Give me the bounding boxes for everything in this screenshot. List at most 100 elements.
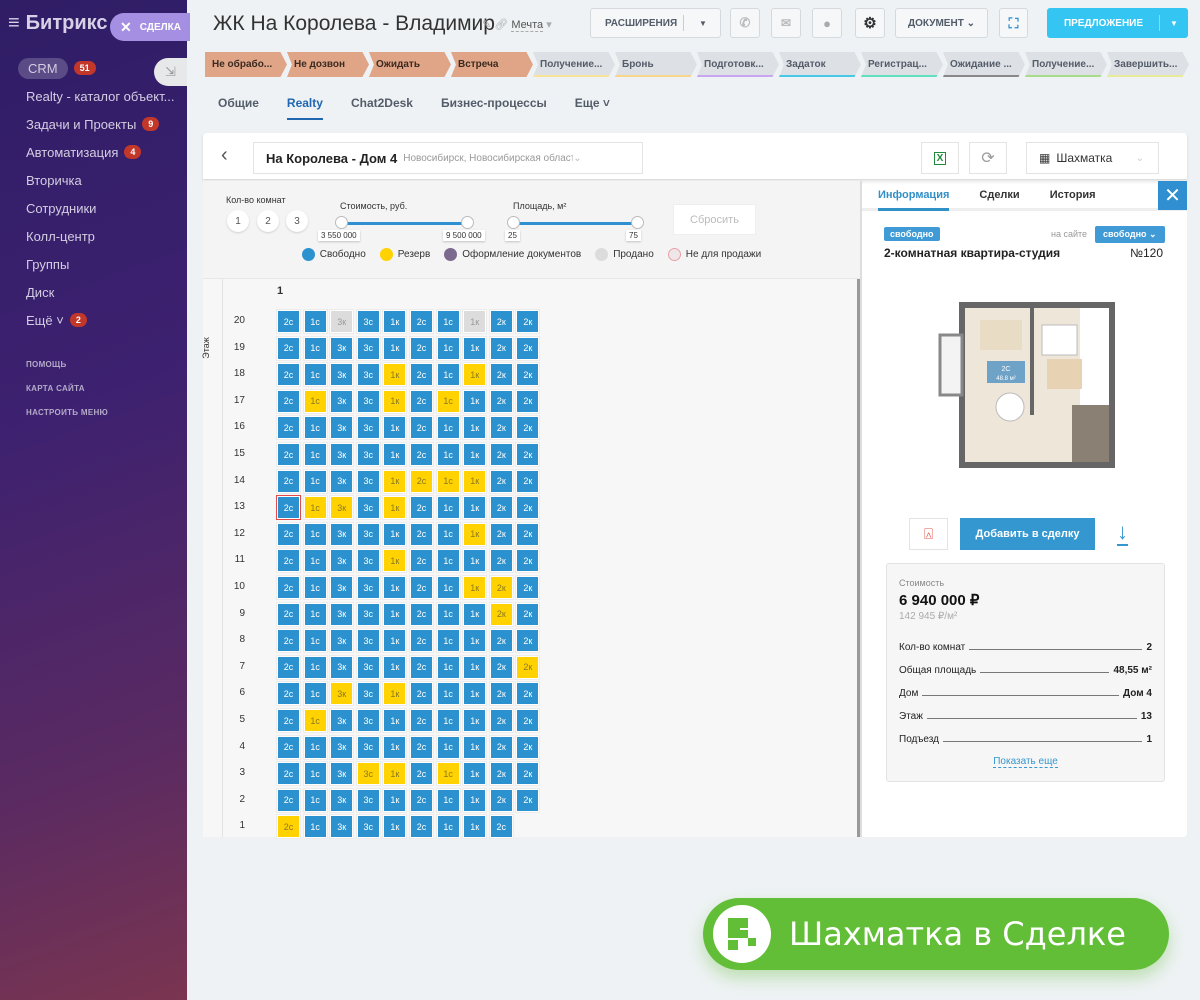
- rooms-3-button[interactable]: 3: [286, 210, 308, 232]
- apartment-cell[interactable]: 1к: [462, 521, 488, 547]
- apartment-cell[interactable]: 3к: [329, 814, 355, 840]
- apartment-cell[interactable]: 2к: [515, 681, 541, 707]
- stage-item[interactable]: Завершить...: [1107, 52, 1189, 77]
- apartment-cell[interactable]: 3с: [355, 654, 381, 680]
- apartment-cell[interactable]: 2с: [276, 761, 301, 787]
- apartment-cell[interactable]: 2к: [488, 495, 514, 521]
- apartment-cell[interactable]: 3с: [355, 521, 381, 547]
- apartment-cell[interactable]: 3с: [355, 601, 381, 627]
- area-max-handle[interactable]: [631, 216, 644, 229]
- apartment-cell[interactable]: 2к: [515, 708, 541, 733]
- apartment-cell[interactable]: 2с: [409, 601, 434, 627]
- apartment-cell[interactable]: 1к: [382, 388, 408, 414]
- apartment-cell[interactable]: 2с: [409, 521, 434, 547]
- apartment-cell[interactable]: 2с: [276, 442, 301, 467]
- stage-item[interactable]: Задаток: [779, 52, 861, 77]
- apartment-cell[interactable]: 1к: [382, 548, 408, 574]
- apartment-cell[interactable]: 2к: [488, 708, 514, 733]
- apartment-cell[interactable]: 2с: [276, 628, 301, 654]
- apartment-cell[interactable]: 1с: [302, 601, 328, 627]
- apartment-cell[interactable]: 1к: [462, 468, 488, 494]
- stage-item[interactable]: Подготовк...: [697, 52, 779, 77]
- apartment-cell[interactable]: 1к: [462, 628, 488, 654]
- apartment-cell[interactable]: 2к: [515, 761, 541, 787]
- apartment-cell[interactable]: 2к: [488, 601, 514, 627]
- sidebar-item-secondary[interactable]: Вторичка: [26, 166, 174, 194]
- apartment-cell[interactable]: 3к: [329, 628, 355, 654]
- stage-item[interactable]: Не дозвон: [287, 52, 369, 77]
- stage-item[interactable]: Получение...: [533, 52, 615, 77]
- chevron-down-icon[interactable]: ▼: [699, 19, 707, 28]
- document-button[interactable]: ДОКУМЕНТ ⌄: [895, 8, 988, 38]
- apartment-cell[interactable]: 3с: [355, 681, 381, 707]
- apartment-cell[interactable]: 3с: [355, 548, 381, 574]
- edit-icon[interactable]: ✎: [482, 19, 491, 31]
- apartment-cell[interactable]: 2с: [276, 415, 301, 441]
- close-deal-slider-button[interactable]: ✕ СДЕЛКА: [110, 13, 190, 41]
- apartment-cell[interactable]: 1к: [462, 761, 488, 787]
- download-button[interactable]: ↓: [1117, 518, 1128, 546]
- apartment-cell[interactable]: 2с: [276, 388, 301, 414]
- apartment-cell[interactable]: 2к: [488, 442, 514, 467]
- apartment-cell[interactable]: 1к: [462, 309, 488, 334]
- apartment-cell[interactable]: 3к: [329, 442, 355, 467]
- apartment-cell[interactable]: 2с: [276, 708, 301, 733]
- apartment-cell[interactable]: 1с: [435, 415, 461, 441]
- apartment-cell[interactable]: 3к: [329, 521, 355, 547]
- apartment-cell[interactable]: 2с: [276, 309, 301, 334]
- building-select[interactable]: На Королева - Дом 4 Новосибирск, Новосиб…: [253, 142, 643, 174]
- apartment-cell[interactable]: 2к: [515, 734, 541, 760]
- apartment-cell[interactable]: 1к: [382, 521, 408, 547]
- apartment-cell[interactable]: 3с: [355, 761, 381, 787]
- apartment-cell[interactable]: 3к: [329, 787, 355, 813]
- apartment-cell[interactable]: 1с: [302, 362, 328, 388]
- apartment-cell[interactable]: 2с: [409, 628, 434, 654]
- apartment-cell[interactable]: 1к: [382, 761, 408, 787]
- back-button[interactable]: ‹: [221, 144, 228, 167]
- apartment-cell[interactable]: 2к: [488, 521, 514, 547]
- price-max-handle[interactable]: [461, 216, 474, 229]
- apartment-cell[interactable]: 1к: [382, 575, 408, 600]
- refresh-button[interactable]: ⟳: [969, 142, 1007, 174]
- apartment-cell[interactable]: 1к: [382, 814, 408, 840]
- apartment-cell[interactable]: 3с: [355, 335, 381, 361]
- apartment-cell[interactable]: 3с: [355, 814, 381, 840]
- configure-menu-link[interactable]: НАСТРОИТЬ МЕНЮ: [26, 400, 174, 424]
- apartment-cell[interactable]: 1с: [302, 814, 328, 840]
- apartment-cell[interactable]: 1с: [435, 521, 461, 547]
- apartment-cell[interactable]: 1с: [302, 442, 328, 467]
- apartment-cell[interactable]: 1с: [435, 495, 461, 521]
- stage-item[interactable]: Не обрабо...: [205, 52, 287, 77]
- sidebar-item-groups[interactable]: Группы: [26, 250, 174, 278]
- apartment-cell[interactable]: 1с: [435, 681, 461, 707]
- apartment-cell[interactable]: 2к: [488, 388, 514, 414]
- apartment-cell[interactable]: 2к: [515, 415, 541, 441]
- apartment-cell[interactable]: 1с: [435, 362, 461, 388]
- stage-item[interactable]: Бронь: [615, 52, 697, 77]
- apartment-cell[interactable]: 3с: [355, 575, 381, 600]
- apartment-cell[interactable]: 2к: [515, 787, 541, 813]
- apartment-cell[interactable]: 2к: [488, 787, 514, 813]
- apartment-cell[interactable]: 1к: [462, 681, 488, 707]
- apartment-cell[interactable]: 1к: [382, 362, 408, 388]
- apartment-cell[interactable]: 3к: [329, 495, 355, 521]
- apartment-cell[interactable]: 2к: [515, 309, 541, 334]
- apartment-cell[interactable]: 1к: [382, 309, 408, 334]
- apartment-cell[interactable]: 1к: [382, 335, 408, 361]
- apartment-cell[interactable]: 2с: [409, 761, 434, 787]
- apartment-cell[interactable]: 2с: [409, 681, 434, 707]
- apartment-cell[interactable]: 3к: [329, 761, 355, 787]
- apartment-cell[interactable]: 2с: [409, 814, 434, 840]
- chat-button[interactable]: ●: [812, 8, 842, 38]
- apartment-cell[interactable]: 2с: [409, 734, 434, 760]
- apartment-cell[interactable]: 3к: [329, 654, 355, 680]
- apartment-cell[interactable]: 2к: [515, 335, 541, 361]
- apartment-cell[interactable]: 2с: [488, 814, 514, 840]
- apartment-cell[interactable]: 2с: [409, 575, 434, 600]
- help-link[interactable]: ПОМОЩЬ: [26, 352, 174, 376]
- apartment-cell[interactable]: 1с: [302, 495, 328, 521]
- apartment-cell[interactable]: 1к: [382, 415, 408, 441]
- pdf-button[interactable]: ⍓: [909, 518, 948, 550]
- apartment-cell[interactable]: 2с: [276, 468, 301, 494]
- apartment-cell[interactable]: 1к: [382, 654, 408, 680]
